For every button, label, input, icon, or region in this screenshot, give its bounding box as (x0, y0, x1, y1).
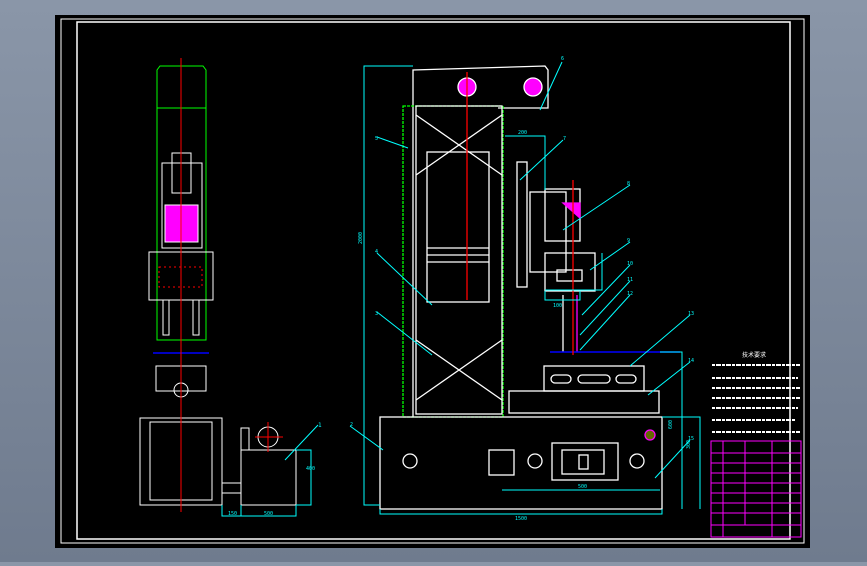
balloon-5: 5 (375, 136, 378, 142)
balloon-11: 11 (627, 277, 633, 283)
cad-drawing: 150 500 400 1 2 3 4 5 6 7 8 9 10 11 12 1… (55, 15, 810, 548)
balloon-6: 6 (561, 56, 564, 62)
dim-window-width: 500 (578, 484, 587, 490)
balloon-14: 14 (688, 358, 694, 364)
dim-tank-height: 400 (306, 466, 315, 472)
balloon-13: 13 (688, 311, 694, 317)
dim-right-height-a: 300 (686, 440, 692, 449)
balloon-1: 1 (318, 422, 322, 429)
balloon-3: 3 (375, 311, 378, 317)
balloon-9: 9 (627, 238, 630, 244)
dim-head-width: 200 (518, 130, 527, 136)
dim-overall-height: 2000 (358, 232, 364, 244)
balloon-12: 12 (627, 291, 633, 297)
dim-side-width-b: 500 (264, 511, 273, 517)
dim-overall-width: 1500 (515, 516, 527, 522)
dim-right-height-b: 600 (668, 420, 674, 429)
dim-side-width-a: 150 (228, 511, 237, 517)
balloon-2: 2 (350, 422, 353, 428)
balloon-4: 4 (375, 249, 378, 255)
dim-head-offset: 100 (553, 303, 562, 309)
balloon-10: 10 (627, 261, 633, 267)
balloon-8: 8 (627, 181, 630, 187)
cad-viewport[interactable]: 150 500 400 1 2 3 4 5 6 7 8 9 10 11 12 1… (0, 0, 867, 562)
model-space (55, 15, 810, 548)
notes-heading: 技术要求 (742, 351, 766, 359)
balloon-7: 7 (563, 136, 566, 142)
